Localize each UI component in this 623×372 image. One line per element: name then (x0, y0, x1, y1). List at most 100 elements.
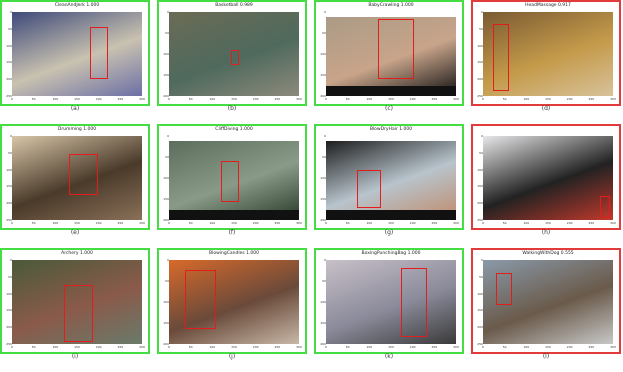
y-tick-label: 100 (477, 43, 483, 48)
x-tick-label: 50 (31, 221, 36, 225)
video-frame-image (12, 12, 142, 96)
x-tick-label: 0 (482, 221, 484, 225)
x-tick-label: 300 (296, 221, 302, 225)
x-tick-label: 300 (139, 97, 145, 101)
y-tick-label: 150 (320, 73, 326, 77)
x-tick-label: 200 (409, 221, 416, 225)
panel-title: BabyCrawling 1.000 (368, 3, 414, 8)
y-tick-label: 100 (6, 167, 12, 172)
panel-caption: (e) (70, 229, 80, 236)
bounding-box (69, 154, 98, 195)
x-tick-label: 100 (52, 97, 59, 101)
x-tick-label: 50 (188, 345, 193, 349)
y-tick-label: 50 (479, 26, 483, 31)
x-tick-label: 150 (74, 345, 80, 349)
y-tick-label: 100 (320, 52, 326, 56)
video-frame-image (169, 12, 299, 96)
panel-title: BlowingCandles 1.000 (208, 251, 259, 256)
y-tick-label: 200 (6, 201, 12, 206)
y-tick-label: 0 (481, 10, 483, 14)
x-tick-label: 300 (139, 221, 145, 225)
y-tick-label: 0 (10, 258, 12, 262)
bounding-box (184, 270, 216, 329)
figure-panel-a: CleanAndJerk 1.000 0 50 100 150 200 250 0 50 100 1… (0, 0, 150, 112)
panel-caption: (l) (542, 353, 550, 360)
bounding-box (600, 196, 611, 219)
y-tick-label: 150 (6, 60, 12, 65)
bounding-box (357, 169, 381, 209)
y-tick-label: 100 (6, 43, 12, 48)
y-tick-label: 0 (167, 10, 169, 14)
panel-frame: 0 50 100 150 200 250 0 50 100 150 200 250 300 (471, 124, 621, 230)
x-tick-label: 0 (11, 221, 13, 225)
x-tick-label: 250 (274, 221, 281, 225)
figure-panel-h: 0 50 100 150 200 250 0 50 100 150 200 250 300 (h) (471, 124, 621, 236)
x-tick-label: 150 (74, 97, 80, 101)
panel-frame: BlowingCandles 1.000 0 50 100 150 200 0 50 100 15… (157, 248, 307, 354)
x-tick-label: 100 (209, 345, 216, 349)
panel-caption: (h) (541, 229, 551, 236)
x-tick-label: 300 (139, 345, 145, 349)
y-tick-label: 200 (477, 201, 483, 206)
panel-frame: CliffDiving 1.000 0 50 100 150 200 0 50 100 150 20… (157, 124, 307, 230)
y-tick-label: 50 (8, 274, 12, 279)
x-tick-label: 300 (453, 97, 459, 101)
video-frame-image (483, 260, 613, 344)
x-tick-label: 200 (252, 345, 259, 349)
panel-title: CliffDiving 1.000 (215, 127, 253, 132)
x-tick-label: 0 (325, 345, 327, 349)
x-tick-label: 250 (588, 221, 595, 225)
x-tick-label: 100 (523, 221, 530, 225)
y-tick-label: 150 (320, 197, 326, 201)
panel-caption: (j) (228, 353, 236, 360)
y-tick-label: 0 (10, 134, 12, 138)
panel-caption: (c) (385, 105, 393, 112)
y-tick-label: 100 (6, 291, 12, 296)
x-tick-label: 100 (523, 345, 530, 349)
x-tick-label: 250 (431, 97, 438, 101)
figure-panel-c: BabyCrawling 1.000 0 50 100 150 200 0 50 100 150 2… (314, 0, 464, 112)
bounding-box (64, 285, 93, 343)
y-tick-label: 150 (477, 60, 483, 65)
video-frame-image (169, 136, 299, 220)
x-tick-label: 250 (431, 221, 438, 225)
y-tick-label: 0 (324, 134, 326, 138)
panel-frame: WalkingWithDog 0.555 0 50 100 150 200 250 0 50 10… (471, 248, 621, 354)
x-tick-label: 0 (168, 345, 170, 349)
x-tick-label: 200 (566, 221, 573, 225)
y-tick-label: 50 (322, 31, 326, 35)
y-tick-label: 100 (163, 300, 169, 304)
bounding-box (378, 18, 415, 80)
video-frame-image (483, 136, 613, 220)
video-frame-image (326, 12, 456, 96)
x-tick-label: 100 (366, 221, 373, 225)
x-tick-label: 0 (325, 97, 327, 101)
x-tick-label: 300 (296, 97, 302, 101)
y-tick-label: 50 (479, 274, 483, 279)
y-tick-label: 100 (477, 291, 483, 296)
y-tick-label: 100 (163, 176, 169, 180)
y-tick-label: 50 (165, 279, 169, 283)
panel-frame: BlowDryHair 1.000 0 50 100 150 200 0 50 100 150 20… (314, 124, 464, 230)
panel-title: Basketball 0.989 (215, 3, 253, 8)
panel-caption: (i) (71, 353, 79, 360)
panel-caption: (a) (70, 105, 80, 112)
figure-grid: CleanAndJerk 1.000 0 50 100 150 200 250 0 50 100 1… (0, 0, 623, 372)
video-frame-image (169, 260, 299, 344)
x-tick-label: 150 (231, 345, 237, 349)
panel-caption: (d) (541, 105, 551, 112)
y-tick-label: 150 (6, 184, 12, 189)
x-tick-label: 0 (11, 345, 13, 349)
y-tick-label: 200 (6, 77, 12, 82)
figure-panel-k: BoxingPunchingBag 1.000 0 50 100 150 200 0 50 10… (314, 248, 464, 360)
panel-title: CleanAndJerk 1.000 (54, 3, 100, 8)
panel-frame: Archery 1.000 0 50 100 150 200 250 0 50 100 150 200… (0, 248, 150, 354)
y-tick-label: 100 (320, 176, 326, 180)
figure-panel-i: Archery 1.000 0 50 100 150 200 250 0 50 100 150 200… (0, 248, 150, 360)
x-tick-label: 150 (74, 221, 80, 225)
panel-frame: Basketball 0.989 0 50 100 150 200 0 50 100 150 200… (157, 0, 307, 106)
panel-title: WalkingWithDog 0.555 (522, 251, 574, 256)
y-tick-label: 50 (322, 279, 326, 283)
video-frame-image (326, 260, 456, 344)
x-tick-label: 300 (610, 221, 616, 225)
